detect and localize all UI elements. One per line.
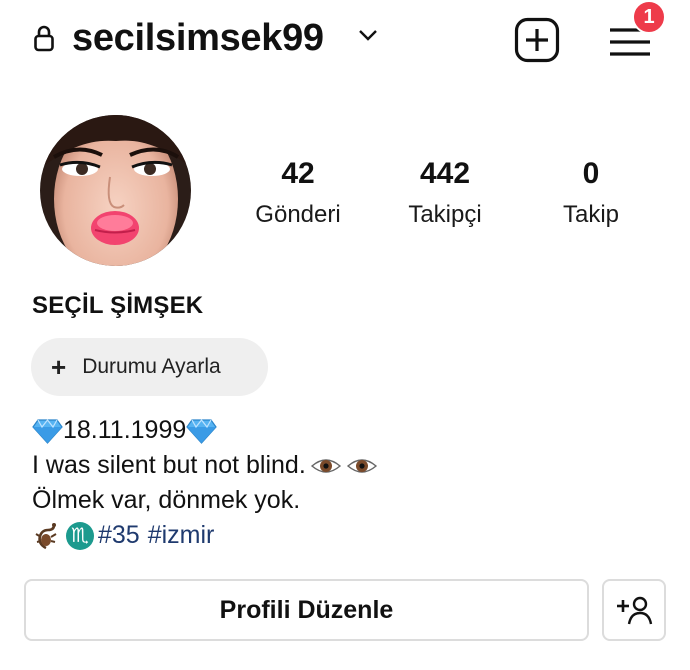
following-stat[interactable]: 0 Takip [521, 156, 661, 230]
hashtag-izmir[interactable]: #izmir [148, 518, 215, 553]
bio-line-birthdate: 18.11.1999 [32, 413, 378, 448]
profile-full-name: SEÇİL ŞİMŞEK [32, 292, 204, 319]
gem-icon [32, 418, 63, 444]
set-status-label: Durumu Ayarla [82, 355, 221, 378]
eye-icon [310, 458, 341, 473]
chevron-down-icon[interactable] [358, 28, 378, 42]
hashtag-35[interactable]: #35 [98, 518, 140, 553]
posts-stat[interactable]: 42 Gönderi [228, 156, 368, 230]
scorpio-zodiac-icon: ♏ [66, 521, 94, 550]
notification-badge: 1 [632, 0, 666, 34]
username[interactable]: secilsimsek99 [72, 14, 324, 62]
posts-label: Gönderi [255, 201, 341, 228]
edit-profile-button[interactable]: Profili Düzenle [24, 579, 589, 641]
followers-count: 442 [419, 157, 471, 190]
plus-icon: + [51, 352, 67, 382]
scorpion-icon [35, 522, 57, 549]
followers-label: Takipçi [408, 201, 482, 228]
avatar[interactable] [40, 115, 191, 266]
add-person-icon [617, 596, 653, 625]
gem-icon [186, 418, 218, 444]
set-status-button[interactable]: + Durumu Ayarla [31, 338, 268, 396]
eye-icon [346, 458, 377, 473]
posts-count: 42 [281, 157, 315, 190]
following-label: Takip [562, 201, 620, 228]
following-count: 0 [582, 157, 600, 190]
quote-text: I was silent but not blind. [32, 451, 306, 479]
create-plus-icon[interactable] [514, 17, 560, 63]
discover-people-button[interactable] [602, 579, 666, 641]
bio: 18.11.1999 I was silent but not blind. Ö… [32, 413, 378, 553]
lock-icon [34, 25, 54, 52]
birthdate-text: 18.11.1999 [63, 416, 187, 444]
bio-line-tags: ♏ #35 #izmir [32, 518, 378, 553]
followers-stat[interactable]: 442 Takipçi [375, 156, 515, 230]
bio-line-quote: I was silent but not blind. [32, 448, 378, 483]
top-bar: secilsimsek99 1 [0, 0, 690, 80]
bio-line-motto: Ölmek var, dönmek yok. [32, 483, 378, 518]
motto-text: Ölmek var, dönmek yok. [32, 486, 301, 514]
